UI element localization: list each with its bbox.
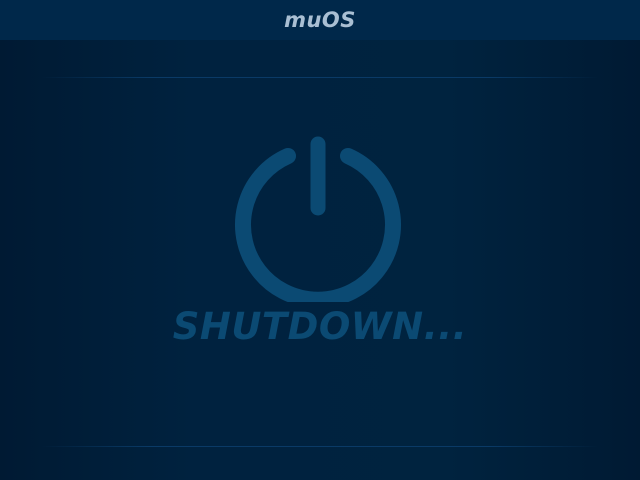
header-bar: muOS xyxy=(0,0,640,40)
power-icon xyxy=(235,136,401,302)
shutdown-status-text: SHUTDOWN... xyxy=(172,305,468,348)
bottom-divider xyxy=(40,446,600,447)
shutdown-screen: muOS SHUTDOWN... xyxy=(0,0,640,480)
app-title: muOS xyxy=(284,8,356,32)
top-divider xyxy=(40,77,600,78)
